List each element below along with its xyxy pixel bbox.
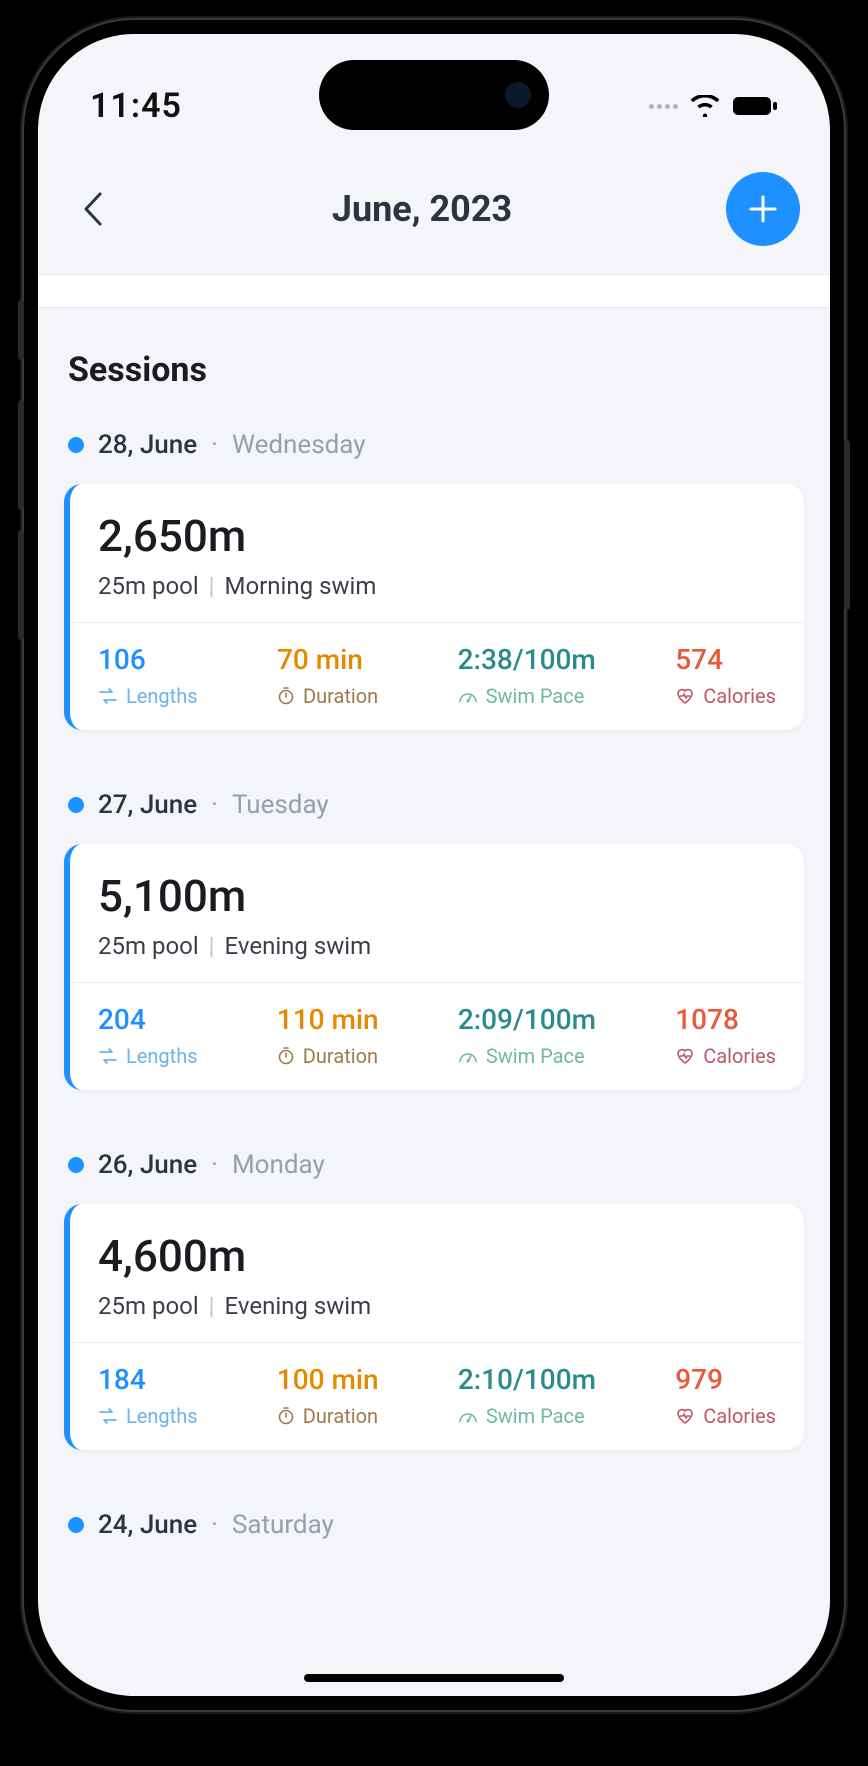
pace-label: Swim Pace bbox=[486, 1044, 585, 1068]
lengths-icon bbox=[98, 1408, 118, 1424]
session-pool: 25m pool bbox=[98, 1292, 199, 1320]
date-dot-icon bbox=[68, 797, 84, 813]
date-day: Wednesday bbox=[232, 430, 366, 460]
date-separator: · bbox=[211, 1510, 218, 1540]
calories-label: Calories bbox=[703, 684, 776, 708]
date-day: Saturday bbox=[232, 1510, 334, 1540]
session-card[interactable]: 5,100m 25m pool | Evening swim 204 Lengt… bbox=[64, 844, 804, 1090]
battery-icon bbox=[732, 95, 778, 117]
lengths-label: Lengths bbox=[126, 1044, 198, 1068]
date-main: 27, June bbox=[98, 790, 197, 820]
date-dot-icon bbox=[68, 1157, 84, 1173]
calories-value: 574 bbox=[675, 643, 776, 676]
chevron-left-icon bbox=[80, 190, 106, 228]
date-separator: · bbox=[211, 1150, 218, 1180]
stopwatch-icon bbox=[277, 1407, 295, 1425]
date-day: Tuesday bbox=[232, 790, 329, 820]
home-indicator[interactable] bbox=[304, 1674, 564, 1682]
lengths-icon bbox=[98, 688, 118, 704]
lengths-icon bbox=[98, 1048, 118, 1064]
front-camera bbox=[505, 82, 531, 108]
session-date-row: 27, June · Tuesday bbox=[68, 790, 800, 820]
divider-bar bbox=[38, 274, 830, 308]
pace-value: 2:38/100m bbox=[458, 643, 596, 676]
calories-label: Calories bbox=[703, 1044, 776, 1068]
pace-value: 2:09/100m bbox=[458, 1003, 596, 1036]
section-title: Sessions bbox=[68, 350, 800, 390]
lengths-value: 184 bbox=[98, 1363, 198, 1396]
gauge-icon bbox=[458, 688, 478, 704]
session-tag: Evening swim bbox=[225, 932, 372, 960]
gauge-icon bbox=[458, 1048, 478, 1064]
duration-label: Duration bbox=[303, 684, 378, 708]
subtitle-separator: | bbox=[209, 1292, 215, 1320]
content-area[interactable]: Sessions 28, June · Wednesday 2,650m 25m… bbox=[38, 350, 830, 1540]
session-card[interactable]: 2,650m 25m pool | Morning swim 106 Lengt… bbox=[64, 484, 804, 730]
calories-value: 979 bbox=[675, 1363, 776, 1396]
heart-icon bbox=[675, 687, 695, 705]
subtitle-separator: | bbox=[209, 932, 215, 960]
session-date-row: 24, June · Saturday bbox=[68, 1510, 800, 1540]
session-pool: 25m pool bbox=[98, 572, 199, 600]
duration-label: Duration bbox=[303, 1044, 378, 1068]
date-dot-icon bbox=[68, 437, 84, 453]
session-card[interactable]: 4,600m 25m pool | Evening swim 184 Lengt… bbox=[64, 1204, 804, 1450]
session-distance: 5,100m bbox=[98, 870, 776, 922]
gauge-icon bbox=[458, 1408, 478, 1424]
pace-value: 2:10/100m bbox=[458, 1363, 596, 1396]
session-date-row: 28, June · Wednesday bbox=[68, 430, 800, 460]
date-day: Monday bbox=[232, 1150, 325, 1180]
calories-value: 1078 bbox=[675, 1003, 776, 1036]
dynamic-island bbox=[319, 60, 549, 130]
pace-label: Swim Pace bbox=[486, 684, 585, 708]
subtitle-separator: | bbox=[209, 572, 215, 600]
add-button[interactable] bbox=[726, 172, 800, 246]
wifi-icon bbox=[690, 95, 720, 117]
session-tag: Morning swim bbox=[225, 572, 377, 600]
back-button[interactable] bbox=[68, 184, 118, 234]
stopwatch-icon bbox=[277, 1047, 295, 1065]
phone-screen: 11:45 June, 2023 bbox=[38, 34, 830, 1696]
app-header: June, 2023 bbox=[38, 144, 830, 274]
page-title: June, 2023 bbox=[332, 188, 512, 230]
date-main: 26, June bbox=[98, 1150, 197, 1180]
date-separator: · bbox=[211, 430, 218, 460]
cellular-dots-icon bbox=[649, 104, 678, 109]
session-date-row: 26, June · Monday bbox=[68, 1150, 800, 1180]
duration-value: 110 min bbox=[277, 1003, 379, 1036]
status-time: 11:45 bbox=[90, 86, 182, 126]
calories-label: Calories bbox=[703, 1404, 776, 1428]
session-distance: 4,600m bbox=[98, 1230, 776, 1282]
duration-label: Duration bbox=[303, 1404, 378, 1428]
phone-frame: 11:45 June, 2023 bbox=[24, 20, 844, 1710]
session-tag: Evening swim bbox=[225, 1292, 372, 1320]
lengths-label: Lengths bbox=[126, 1404, 198, 1428]
session-pool: 25m pool bbox=[98, 932, 199, 960]
lengths-value: 106 bbox=[98, 643, 198, 676]
session-distance: 2,650m bbox=[98, 510, 776, 562]
date-dot-icon bbox=[68, 1517, 84, 1533]
lengths-value: 204 bbox=[98, 1003, 198, 1036]
date-main: 24, June bbox=[98, 1510, 197, 1540]
date-main: 28, June bbox=[98, 430, 197, 460]
lengths-label: Lengths bbox=[126, 684, 198, 708]
plus-icon bbox=[748, 194, 778, 224]
stopwatch-icon bbox=[277, 687, 295, 705]
date-separator: · bbox=[211, 790, 218, 820]
duration-value: 100 min bbox=[277, 1363, 379, 1396]
duration-value: 70 min bbox=[277, 643, 378, 676]
pace-label: Swim Pace bbox=[486, 1404, 585, 1428]
heart-icon bbox=[675, 1047, 695, 1065]
heart-icon bbox=[675, 1407, 695, 1425]
